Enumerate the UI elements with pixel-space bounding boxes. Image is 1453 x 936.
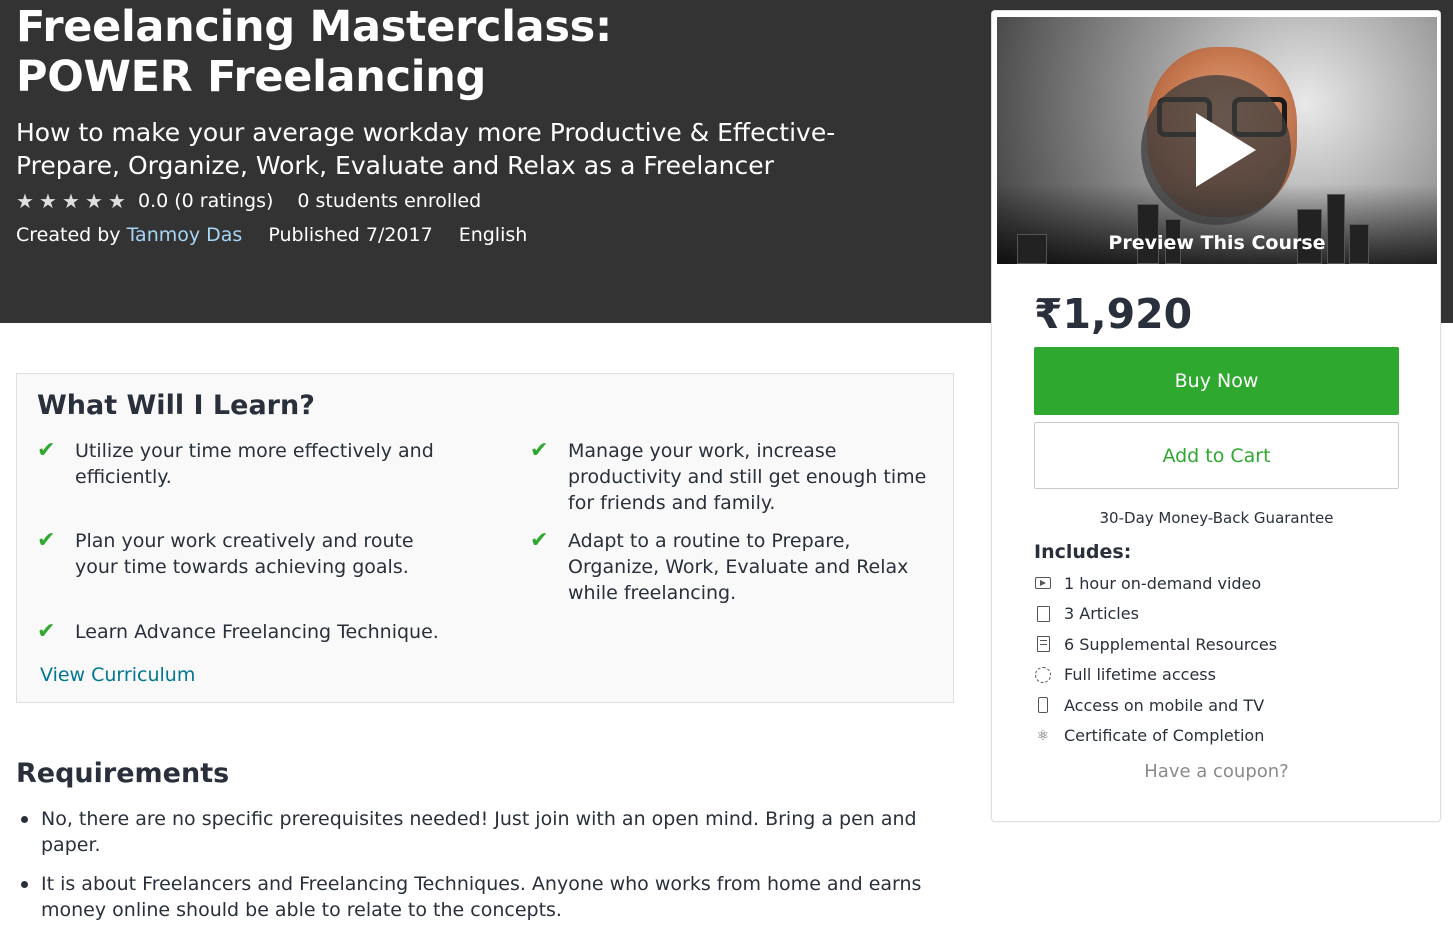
learn-item: ✔ Manage your work, increase productivit… (530, 438, 930, 516)
learn-item: ✔ Adapt to a routine to Prepare, Organiz… (530, 528, 930, 606)
check-icon: ✔ (37, 619, 56, 644)
coupon-link[interactable]: Have a coupon? (1034, 761, 1399, 782)
check-icon: ✔ (37, 438, 56, 463)
include-label: Access on mobile and TV (1064, 695, 1265, 715)
star-icon: ★ (85, 189, 103, 213)
include-item: ⚛ Certificate of Completion (1034, 721, 1277, 752)
students-enrolled: 0 students enrolled (297, 190, 482, 212)
check-icon: ✔ (530, 438, 549, 463)
include-label: Certificate of Completion (1064, 726, 1265, 746)
include-item: Full lifetime access (1034, 660, 1277, 691)
requirement-item: No, there are no specific prerequisites … (16, 806, 936, 858)
star-rating: ★ ★ ★ ★ ★ (16, 191, 128, 211)
requirements-title: Requirements (16, 758, 230, 789)
include-label: 3 Articles (1064, 604, 1139, 624)
learn-item-text: Plan your work creatively and route your… (75, 530, 414, 578)
check-icon: ✔ (37, 528, 56, 553)
infinity-icon (1034, 666, 1052, 684)
course-price: ₹1,920 (1034, 290, 1193, 338)
view-curriculum-link[interactable]: View Curriculum (40, 664, 195, 686)
play-icon[interactable] (1141, 75, 1291, 225)
star-icon: ★ (39, 189, 57, 213)
include-item: 3 Articles (1034, 599, 1277, 630)
mobile-icon (1034, 696, 1052, 714)
course-language: English (458, 224, 528, 246)
created-by: Created by Tanmoy Das (16, 222, 242, 248)
purchase-sidebar: Preview This Course ₹1,920 Buy Now Add t… (991, 10, 1441, 822)
learn-item: ✔ Learn Advance Freelancing Technique. (37, 619, 457, 645)
learn-item: ✔ Plan your work creatively and route yo… (37, 528, 437, 580)
learn-item-text: Manage your work, increase productivity … (568, 440, 927, 514)
learn-item: ✔ Utilize your time more effectively and… (37, 438, 437, 490)
star-icon: ★ (108, 189, 126, 213)
star-icon: ★ (16, 189, 34, 213)
include-item: 1 hour on-demand video (1034, 568, 1277, 599)
check-icon: ✔ (530, 528, 549, 553)
add-to-cart-button[interactable]: Add to Cart (1034, 422, 1399, 489)
course-meta: Created by Tanmoy Das Published 7/2017 E… (16, 222, 527, 248)
course-subtitle: How to make your average workday more Pr… (16, 118, 836, 180)
learn-item-text: Utilize your time more effectively and e… (75, 440, 434, 488)
what-will-i-learn: What Will I Learn? ✔ Utilize your time m… (16, 373, 954, 703)
include-item: 6 Supplemental Resources (1034, 629, 1277, 660)
include-label: 1 hour on-demand video (1064, 573, 1262, 593)
requirements-list: No, there are no specific prerequisites … (16, 806, 936, 936)
includes-title: Includes: (1034, 541, 1132, 563)
include-label: Full lifetime access (1064, 665, 1216, 685)
file-icon (1034, 605, 1052, 623)
video-icon (1034, 574, 1052, 592)
buy-now-button[interactable]: Buy Now (1034, 347, 1399, 415)
document-icon (1034, 635, 1052, 653)
include-item: Access on mobile and TV (1034, 690, 1277, 721)
include-label: 6 Supplemental Resources (1064, 634, 1278, 654)
money-back-guarantee: 30-Day Money-Back Guarantee (1099, 509, 1334, 527)
course-preview-video[interactable]: Preview This Course (997, 17, 1437, 264)
learn-item-text: Adapt to a routine to Prepare, Organize,… (568, 530, 909, 604)
includes-list: 1 hour on-demand video 3 Articles 6 Supp… (1034, 568, 1277, 751)
created-by-label: Created by (16, 224, 121, 246)
author-link[interactable]: Tanmoy Das (127, 224, 243, 246)
star-icon: ★ (62, 189, 80, 213)
certificate-icon: ⚛ (1036, 727, 1050, 744)
preview-course-label[interactable]: Preview This Course (997, 231, 1437, 255)
requirement-item: It is about Freelancers and Freelancing … (16, 871, 936, 923)
rating-row: ★ ★ ★ ★ ★ 0.0 (0 ratings) 0 students enr… (16, 188, 481, 214)
course-title: Freelancing Masterclass: POWER Freelanci… (16, 2, 612, 102)
learn-title: What Will I Learn? (37, 390, 315, 421)
rating-text: 0.0 (0 ratings) (138, 190, 274, 212)
published-date: Published 7/2017 (268, 224, 433, 246)
learn-item-text: Learn Advance Freelancing Technique. (75, 621, 439, 643)
